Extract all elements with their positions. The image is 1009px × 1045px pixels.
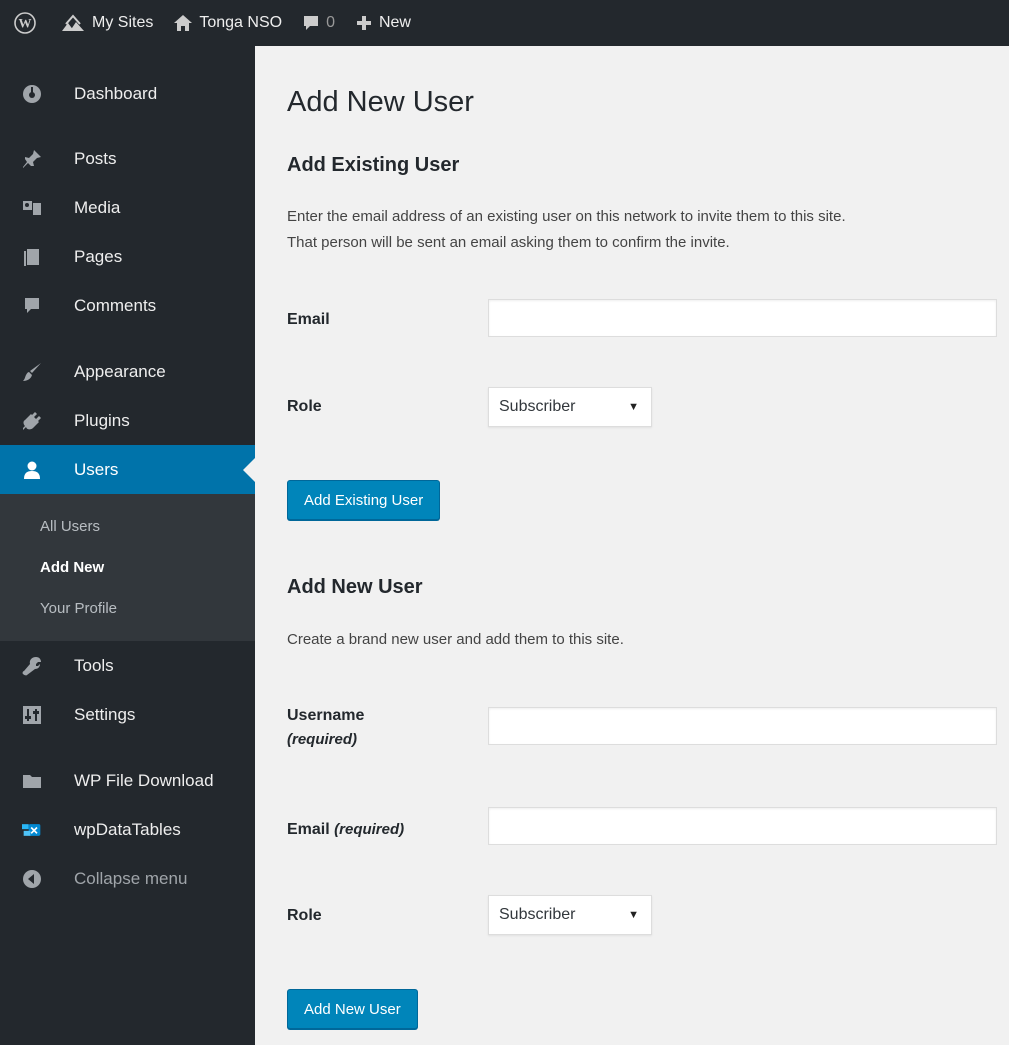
submenu-add-new[interactable]: Add New: [0, 547, 255, 588]
role-selected-value: Subscriber: [499, 906, 576, 923]
new-role-label: Role: [287, 907, 322, 924]
menu-media[interactable]: Media: [0, 183, 255, 232]
menu-wp-file-download[interactable]: WP File Download: [0, 756, 255, 805]
username-label-text: Username: [287, 707, 365, 724]
menu-label: Comments: [74, 295, 157, 315]
admin-bar: W My Sites Tonga NSO 0 New: [0, 0, 1009, 46]
menu-label: Media: [74, 197, 121, 217]
comments-count: 0: [326, 14, 335, 31]
menu-label: Pages: [74, 246, 123, 266]
current-menu-arrow: [243, 457, 255, 482]
wordpress-logo-button[interactable]: W: [0, 0, 50, 46]
main-content: Add New User Add Existing User Enter the…: [255, 46, 1009, 1045]
page-title: Add New User: [287, 86, 474, 118]
submenu-all-users[interactable]: All Users: [0, 506, 255, 547]
add-new-user-heading: Add New User: [287, 576, 423, 598]
menu-pages[interactable]: Pages: [0, 232, 255, 281]
wrench-icon: [22, 656, 42, 676]
media-icon: [22, 198, 42, 218]
svg-text:W: W: [19, 16, 32, 31]
menu-label: Dashboard: [74, 84, 158, 103]
plug-icon: [22, 411, 42, 431]
new-email-label: Email (required): [287, 818, 404, 842]
menu-plugins[interactable]: Plugins: [0, 396, 255, 445]
existing-role-select[interactable]: Subscriber ▼: [488, 387, 652, 427]
existing-role-label: Role: [287, 398, 322, 415]
dropdown-caret-icon: ▼: [628, 401, 639, 413]
menu-label: Appearance: [74, 361, 166, 381]
menu-tools[interactable]: Tools: [0, 641, 255, 690]
menu-label: WP File Download: [74, 770, 214, 790]
new-role-select[interactable]: Subscriber ▼: [488, 895, 652, 935]
comment-icon: [302, 14, 320, 32]
menu-users[interactable]: Users: [0, 445, 255, 494]
home-icon: [173, 14, 193, 32]
brush-icon: [22, 362, 42, 382]
collapse-arrow-icon: [22, 869, 42, 889]
menu-label: Settings: [74, 704, 136, 724]
plus-icon: [355, 14, 373, 32]
menu-wpdatatables[interactable]: wpDataTables: [0, 805, 255, 854]
site-name-label: Tonga NSO: [199, 14, 283, 31]
menu-posts[interactable]: Posts: [0, 134, 255, 183]
comment-icon: [22, 296, 42, 316]
required-note: (required): [287, 731, 358, 748]
menu-settings[interactable]: Settings: [0, 690, 255, 739]
new-content-menu[interactable]: New: [345, 0, 421, 46]
table-icon: [22, 820, 42, 840]
username-input[interactable]: [488, 707, 997, 745]
dashboard-icon: [22, 84, 42, 104]
menu-comments[interactable]: Comments: [0, 281, 255, 330]
pin-icon: [22, 149, 42, 169]
required-note: (required): [334, 821, 405, 838]
menu-label: wpDataTables: [74, 819, 181, 839]
site-name-menu[interactable]: Tonga NSO: [163, 0, 292, 46]
menu-label: Users: [74, 459, 119, 479]
username-label: Username (required): [287, 704, 364, 752]
description-line: That person will be sent an email asking…: [287, 234, 730, 251]
menu-appearance[interactable]: Appearance: [0, 347, 255, 396]
menu-dashboard[interactable]: Dashboard: [0, 71, 255, 117]
new-label: New: [378, 14, 411, 31]
collapse-menu-label: Collapse menu: [74, 868, 188, 888]
users-submenu: All Users Add New Your Profile: [0, 494, 255, 641]
dropdown-caret-icon: ▼: [628, 909, 639, 921]
existing-email-input[interactable]: [488, 299, 997, 337]
add-existing-user-button[interactable]: Add Existing User: [287, 480, 441, 520]
my-sites-menu[interactable]: My Sites: [50, 0, 163, 46]
my-sites-icon: [60, 14, 86, 32]
new-email-label-text: Email: [287, 821, 330, 838]
comments-menu[interactable]: 0: [292, 0, 345, 46]
add-new-user-description: Create a brand new user and add them to …: [287, 631, 624, 648]
wordpress-logo-icon: W: [14, 12, 36, 34]
menu-label: Posts: [74, 148, 117, 168]
my-sites-label: My Sites: [92, 14, 154, 31]
add-existing-user-heading: Add Existing User: [287, 154, 460, 176]
add-new-user-button[interactable]: Add New User: [287, 989, 418, 1029]
sliders-icon: [22, 705, 42, 725]
folder-icon: [22, 771, 42, 791]
collapse-menu-button[interactable]: Collapse menu: [0, 854, 255, 903]
existing-email-label: Email: [287, 311, 330, 328]
description-line: Enter the email address of an existing u…: [287, 208, 846, 225]
admin-sidebar: Dashboard Posts Media Pages Comments App…: [0, 46, 255, 1045]
menu-label: Tools: [74, 655, 114, 675]
pages-icon: [22, 247, 42, 267]
user-icon: [22, 460, 42, 480]
submenu-your-profile[interactable]: Your Profile: [0, 588, 255, 629]
menu-label: Plugins: [74, 410, 130, 430]
add-existing-user-description: Enter the email address of an existing u…: [287, 204, 1007, 256]
new-email-input[interactable]: [488, 807, 997, 845]
role-selected-value: Subscriber: [499, 398, 576, 415]
